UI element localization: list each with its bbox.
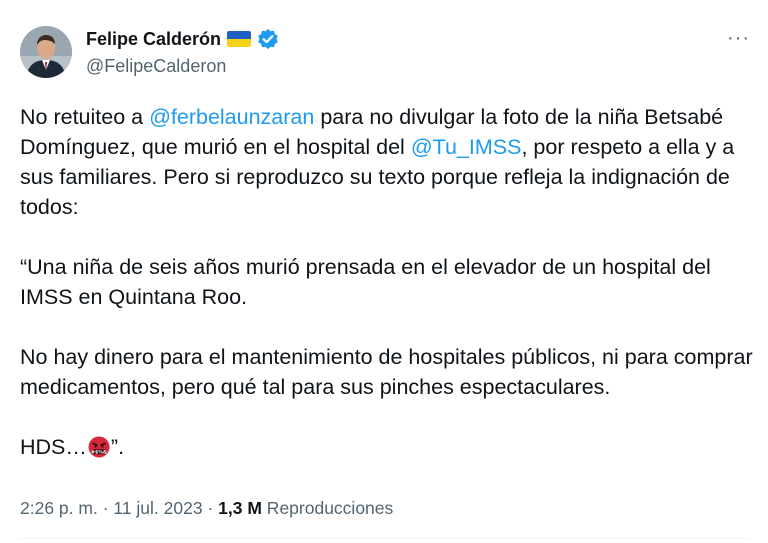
author-name-row[interactable]: Felipe Calderón [86, 28, 279, 50]
author-name[interactable]: Felipe Calderón [86, 28, 221, 50]
ukraine-flag-icon [227, 31, 252, 47]
svg-text:#$%&: #$%& [91, 449, 107, 455]
tweet-paragraph-2: “Una niña de seis años murió prensada en… [20, 255, 711, 309]
separator: · [202, 498, 219, 518]
angry-cursing-face-icon: #$%& [88, 436, 110, 458]
tweet-card: Felipe Calderón @FelipeCalderon ··· No r… [0, 0, 768, 543]
views-count: 1,3 M [218, 498, 262, 518]
profile-photo-icon [20, 26, 72, 78]
tweet-metadata: 2:26 p. m. · 11 jul. 2023 · 1,3 M Reprod… [20, 497, 393, 519]
text-segment: No retuiteo a [20, 105, 150, 129]
separator: · [97, 498, 114, 518]
text-segment: HDS… [20, 435, 87, 459]
mention-link-tu-imss[interactable]: @Tu_IMSS [411, 135, 522, 159]
verified-badge-icon[interactable] [257, 28, 279, 50]
tweet-paragraph-4: HDS… #$%&”. [20, 432, 755, 462]
tweet-paragraph-1: No retuiteo a @ferbelaunzaran para no di… [20, 102, 755, 222]
tweet-date-link[interactable]: 11 jul. 2023 [113, 498, 202, 518]
divider [20, 538, 748, 539]
tweet-paragraph-3: No hay dinero para el mantenimiento de h… [20, 345, 753, 399]
tweet-text: No retuiteo a @ferbelaunzaran para no di… [20, 102, 755, 462]
text-segment: ”. [110, 435, 125, 459]
views-label: Reproducciones [261, 498, 394, 518]
avatar[interactable] [20, 26, 72, 78]
author-handle[interactable]: @FelipeCalderon [86, 55, 226, 77]
tweet-time-link[interactable]: 2:26 p. m. [20, 498, 98, 518]
mention-link-ferbelaunzaran[interactable]: @ferbelaunzaran [149, 105, 314, 129]
more-options-button[interactable]: ··· [727, 28, 750, 48]
